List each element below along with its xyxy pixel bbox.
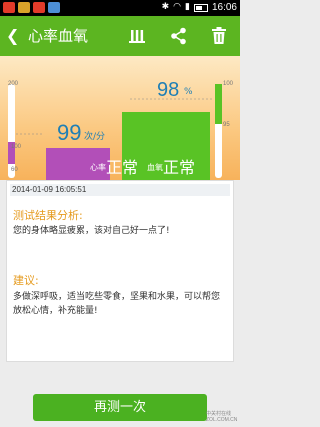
heart-rate-unit: 次/分 <box>84 132 106 142</box>
mail-icon <box>18 2 30 13</box>
cloud-icon <box>48 2 60 13</box>
heart-rate-value: 99 <box>57 120 82 145</box>
system-icons: ✱ ◠ ▮ 16:06 <box>162 2 237 13</box>
report-card: 2014-01-09 16:05:51 测试结果分析: 您的身体略显疲累，该对自… <box>6 180 234 362</box>
spo2-unit: % <box>184 87 193 97</box>
heart-rate-status-label: 心率 <box>90 163 106 172</box>
trash-icon[interactable] <box>208 25 230 47</box>
report-timestamp: 2014-01-09 16:05:51 <box>10 184 230 196</box>
chart-icon[interactable] <box>126 25 148 47</box>
bluetooth-icon: ✱ <box>161 2 170 12</box>
heart-rate-status: 正常 <box>106 158 139 177</box>
analysis-title: 测试结果分析: <box>13 209 83 222</box>
status-bar: ✱ ◠ ▮ 16:06 <box>0 0 240 16</box>
battery-icon <box>193 3 208 12</box>
retest-button[interactable]: 再测一次 <box>33 394 207 421</box>
result-chart: 200 100 60 100 95 99 次/分 98 % 心率 正常 血氧 正… <box>0 56 240 180</box>
notification-icons <box>3 2 60 13</box>
analysis-text: 您的身体略显疲累，该对自己好一点了! <box>13 226 170 236</box>
weibo-icon <box>33 2 45 13</box>
spo2-value: 98 <box>157 79 180 101</box>
page-title: 心率血氧 <box>28 27 89 45</box>
weibo-icon <box>3 2 15 13</box>
spo2-status: 正常 <box>163 158 196 177</box>
signal-icon: ▮ <box>185 2 190 12</box>
watermark: 中关村在线 ZOL.COM.CN <box>206 411 238 423</box>
spo2-status-label: 血氧 <box>147 163 163 172</box>
advice-title: 建议: <box>13 274 39 287</box>
wifi-icon: ◠ <box>173 2 182 12</box>
share-icon[interactable] <box>168 25 190 47</box>
app-bar: ❮ 心率血氧 <box>0 16 240 56</box>
back-arrow-icon[interactable]: ❮ <box>6 26 24 46</box>
clock: 16:06 <box>211 2 237 13</box>
advice-text: 多做深呼吸，适当吃些零食，坚果和水果，可以帮您放松心情，补充能量! <box>13 292 221 316</box>
